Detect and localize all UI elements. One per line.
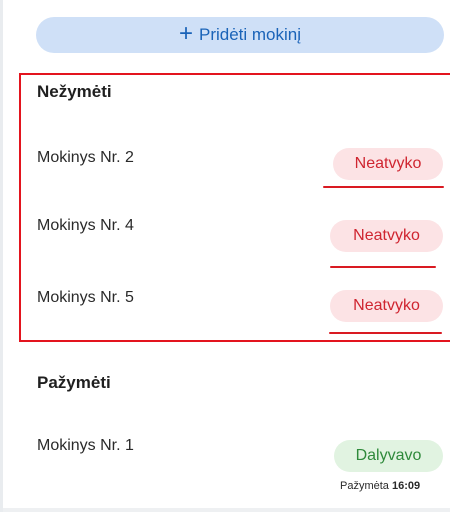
unmarked-section-title: Nežymėti: [37, 82, 112, 101]
student-name: Mokinys Nr. 4: [37, 217, 134, 234]
status-badge-present[interactable]: Dalyvavo: [334, 440, 443, 472]
add-student-label: Pridėti mokinį: [198, 25, 302, 44]
annotation-underline: [323, 186, 444, 188]
annotation-underline: [329, 332, 442, 334]
add-student-button[interactable]: + Pridėti mokinį: [36, 17, 444, 53]
student-name: Mokinys Nr. 2: [37, 149, 134, 166]
student-name: Mokinys Nr. 1: [37, 437, 134, 454]
marked-section-title: Pažymėti: [37, 373, 111, 392]
bottom-divider: [3, 508, 450, 512]
marked-time-value: 16:09: [391, 480, 421, 492]
status-badge-absent[interactable]: Neatvyko: [330, 290, 443, 322]
attendance-panel: + Pridėti mokinį Nežymėti Mokinys Nr. 2 …: [0, 0, 450, 512]
left-divider: [0, 0, 3, 512]
student-name: Mokinys Nr. 5: [37, 289, 134, 306]
marked-timestamp: Pažymėta 16:09: [340, 480, 420, 492]
status-badge-absent[interactable]: Neatvyko: [330, 220, 443, 252]
annotation-underline: [330, 266, 436, 268]
plus-icon: +: [178, 20, 193, 47]
status-badge-absent[interactable]: Neatvyko: [333, 148, 443, 180]
marked-label: Pažymėta: [340, 480, 392, 492]
